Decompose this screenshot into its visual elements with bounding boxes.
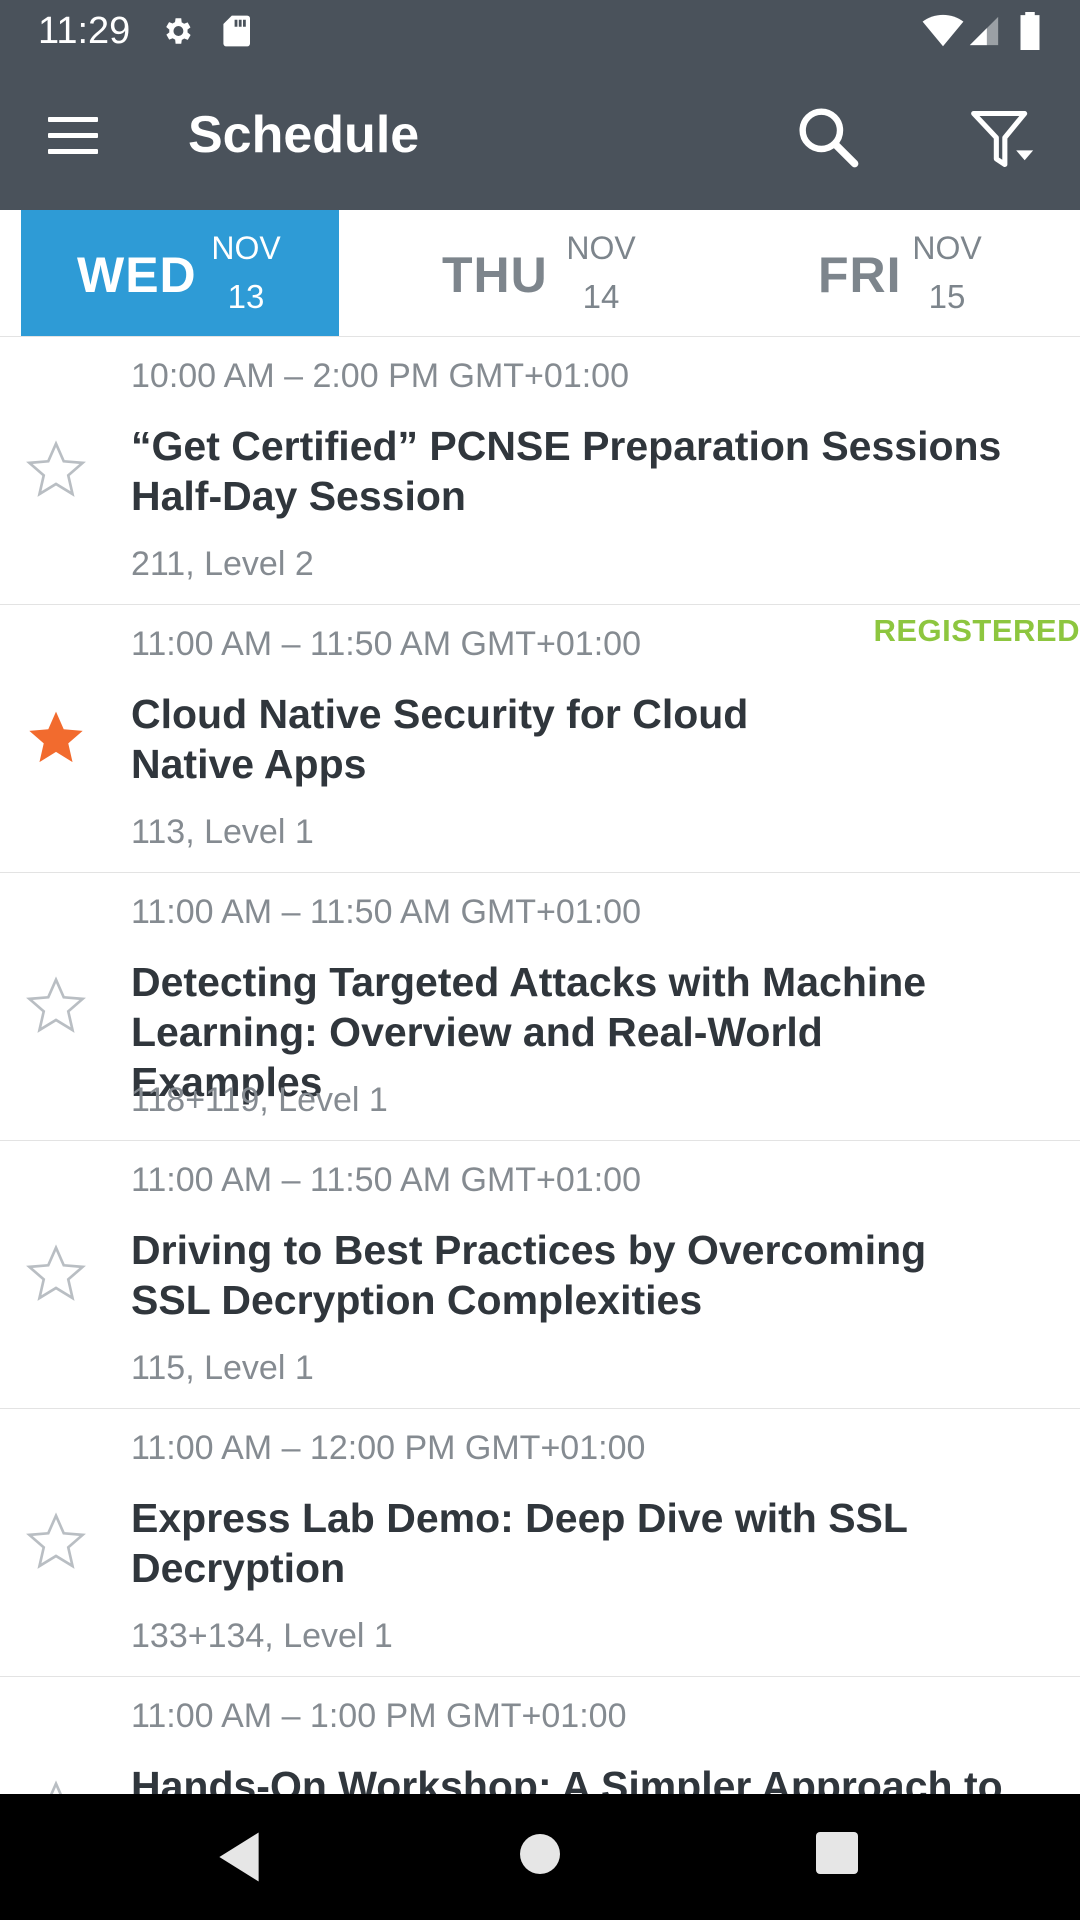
tab-month: NOV — [912, 230, 982, 266]
star-outline-icon[interactable] — [24, 973, 88, 1037]
tab-day-number: 13 — [227, 278, 265, 315]
tab-month: NOV — [211, 230, 281, 266]
session-time: 11:00 AM – 12:00 PM GMT+01:00 — [131, 1429, 646, 1467]
app-bar: Schedule — [0, 63, 1080, 210]
session-title: Hands-On Workshop: A Simpler Approach to — [131, 1763, 1003, 1794]
session-location: 211, Level 2 — [131, 545, 314, 583]
tab-day-of-week: THU — [442, 247, 548, 303]
sd-card-icon — [223, 15, 250, 47]
session-time: 10:00 AM – 2:00 PM GMT+01:00 — [131, 357, 629, 395]
tab-day-of-week: FRI — [818, 247, 902, 303]
page-title: Schedule — [188, 106, 420, 164]
status-bar: 11:29 — [0, 0, 1080, 63]
home-circle-icon[interactable] — [520, 1834, 560, 1874]
gear-icon — [166, 18, 191, 44]
session-time: 11:00 AM – 11:50 AM GMT+01:00 — [131, 625, 641, 663]
registered-badge: REGISTERED — [873, 613, 1080, 648]
tab-day-of-week: WED — [77, 247, 197, 303]
session-location: 133+134, Level 1 — [131, 1617, 393, 1655]
session-item[interactable]: 11:00 AM – 11:50 AM GMT+01:00 Driving to… — [0, 1141, 1080, 1409]
star-outline-icon[interactable] — [24, 1777, 88, 1794]
cell-signal-icon — [969, 16, 999, 46]
session-item[interactable]: REGISTERED 11:00 AM – 11:50 AM GMT+01:00… — [0, 605, 1080, 873]
system-nav-bar — [0, 1794, 1080, 1920]
tab-month: NOV — [566, 230, 636, 266]
back-triangle-icon[interactable] — [214, 1830, 264, 1884]
tab-wed-nov-13[interactable]: WED NOV 13 — [21, 210, 339, 336]
search-icon[interactable] — [796, 105, 860, 169]
tab-fri-nov-15[interactable]: FRI NOV 15 — [790, 210, 1050, 336]
battery-icon — [1020, 12, 1040, 50]
session-title: Driving to Best Practices by Overcoming … — [131, 1227, 927, 1323]
session-time: 11:00 AM – 11:50 AM GMT+01:00 — [131, 893, 641, 931]
session-title: “Get Certified” PCNSE Preparation Sessio… — [131, 423, 1002, 519]
filter-icon[interactable] — [968, 105, 1036, 173]
session-location: 113, Level 1 — [131, 813, 314, 851]
session-item[interactable]: 11:00 AM – 11:50 AM GMT+01:00 Detecting … — [0, 873, 1080, 1141]
session-item[interactable]: 11:00 AM – 1:00 PM GMT+01:00 Hands-On Wo… — [0, 1677, 1080, 1794]
day-tabs: WED NOV 13 THU NOV 14 FRI NOV 15 — [0, 210, 1080, 337]
wifi-icon — [922, 14, 964, 47]
session-item[interactable]: 11:00 AM – 12:00 PM GMT+01:00 Express La… — [0, 1409, 1080, 1677]
session-time: 11:00 AM – 1:00 PM GMT+01:00 — [131, 1697, 627, 1735]
tab-thu-nov-14[interactable]: THU NOV 14 — [410, 210, 670, 336]
session-time: 11:00 AM – 11:50 AM GMT+01:00 — [131, 1161, 641, 1199]
session-title: Express Lab Demo: Deep Dive with SSL Dec… — [131, 1495, 908, 1591]
tab-day-number: 15 — [928, 278, 966, 315]
session-location: 118+119, Level 1 — [131, 1081, 388, 1119]
star-outline-icon[interactable] — [24, 1241, 88, 1305]
recents-square-icon[interactable] — [816, 1832, 858, 1874]
session-location: 115, Level 1 — [131, 1349, 314, 1387]
session-title: Cloud Native Security for Cloud Native A… — [131, 691, 749, 787]
star-outline-icon[interactable] — [24, 437, 88, 501]
star-outline-icon[interactable] — [24, 1509, 88, 1573]
hamburger-menu-icon[interactable] — [42, 111, 102, 159]
star-filled-icon[interactable] — [24, 705, 88, 769]
status-time: 11:29 — [38, 10, 131, 52]
tab-day-number: 14 — [582, 278, 620, 315]
session-list[interactable]: 10:00 AM – 2:00 PM GMT+01:00 “Get Certif… — [0, 337, 1080, 1794]
session-item[interactable]: 10:00 AM – 2:00 PM GMT+01:00 “Get Certif… — [0, 337, 1080, 605]
